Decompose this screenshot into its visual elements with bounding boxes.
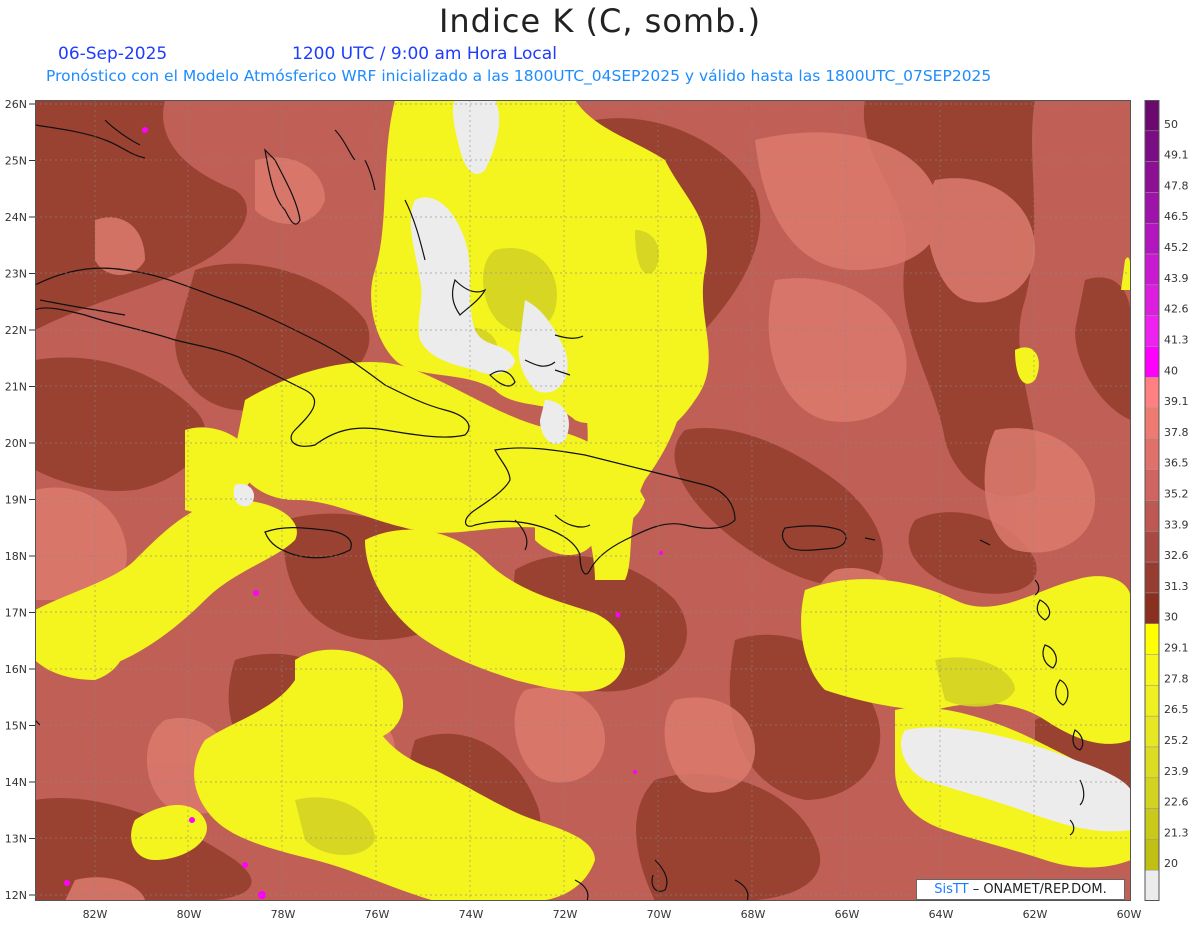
legend-swatch [1144,623,1160,655]
legend-label: 32.6 [1164,549,1189,562]
legend-label: 39.1 [1164,395,1189,408]
credit-box: SisTT – ONAMET/REP.DOM. [916,879,1125,900]
credit-org: – ONAMET/REP.DOM. [968,882,1107,897]
legend-label: 41.3 [1164,333,1189,346]
lat-label-25N: 25N [5,155,27,168]
legend-label: 45.2 [1164,241,1189,254]
legend-label: 22.6 [1164,796,1189,809]
legend-label: 40 [1164,364,1178,377]
legend-swatch [1144,192,1160,224]
legend-swatch [1144,346,1160,378]
legend-swatch [1144,407,1160,440]
legend-label: 42.6 [1164,303,1189,316]
legend-swatch [1144,561,1160,594]
legend-label: 25.2 [1164,734,1189,747]
legend-swatch [1144,100,1160,132]
lat-label-15N: 15N [5,720,27,733]
legend-label: 33.9 [1164,518,1189,531]
legend-label: 20 [1164,857,1178,870]
legend-swatch [1144,377,1160,409]
lon-label-66W: 66W [835,908,860,921]
lon-label-60W: 60W [1117,908,1142,921]
lat-label-24N: 24N [5,211,27,224]
legend-label: 43.9 [1164,272,1189,285]
legend-swatch [1144,253,1160,286]
legend-label: 27.8 [1164,672,1189,685]
legend-swatch [1144,777,1160,809]
legend-swatch [1144,500,1160,532]
longitude-axis: 82W 80W 78W 76W 74W 72W 70W 68W 66W 64W 62W 60W [83,908,1142,921]
lat-label-19N: 19N [5,494,27,507]
legend-swatch [1144,839,1160,871]
lat-label-14N: 14N [5,776,27,789]
legend-swatch [1144,869,1160,901]
map-title: Indice K (C, somb.) [438,2,762,40]
lon-label-72W: 72W [553,908,578,921]
valid-time: 1200 UTC / 9:00 am Hora Local [292,44,557,64]
valid-date: 06-Sep-2025 [58,44,168,64]
lat-label-18N: 18N [5,550,27,563]
legend-label: 46.5 [1164,210,1189,223]
legend-swatch [1144,654,1160,686]
legend-label: 47.8 [1164,179,1189,192]
k-index-map [35,100,1131,901]
lat-label-17N: 17N [5,607,27,620]
legend-label: 36.5 [1164,457,1189,470]
legend-swatch [1144,685,1160,717]
legend-label: 29.1 [1164,642,1189,655]
lat-label-16N: 16N [5,663,27,676]
legend-label: 23.9 [1164,765,1189,778]
lon-label-76W: 76W [365,908,390,921]
lon-label-74W: 74W [459,908,484,921]
legend-label: 35.2 [1164,488,1189,501]
lon-label-68W: 68W [741,908,766,921]
sistt-logo: SisTT [934,882,969,897]
legend-swatch [1144,438,1160,470]
legend-swatch [1144,222,1160,255]
lon-label-70W: 70W [647,908,672,921]
legend-label: 50 [1164,118,1178,131]
legend-label: 26.5 [1164,703,1189,716]
lat-label-26N: 26N [5,98,27,111]
lon-label-82W: 82W [83,908,108,921]
latitude-axis: 26N 25N 24N 23N 22N 21N 20N 19N 18N 17N 16N 15N 14N 1… [5,98,35,902]
legend-swatch [1144,808,1160,840]
forecast-description: Pronóstico con el Modelo Atmósferico WRF… [46,67,992,85]
legend-label: 37.8 [1164,426,1189,439]
lat-label-23N: 23N [5,268,27,281]
legend-swatch [1144,284,1160,316]
legend-label: 31.3 [1164,580,1189,593]
legend-swatch [1144,592,1160,624]
lat-label-22N: 22N [5,324,27,337]
lat-label-12N: 12N [5,889,27,902]
legend-label: 21.3 [1164,826,1189,839]
legend-swatch [1144,746,1160,779]
lon-label-64W: 64W [929,908,954,921]
legend-swatch [1144,315,1160,347]
lat-label-20N: 20N [5,437,27,450]
lat-label-21N: 21N [5,381,27,394]
legend-label: 49.1 [1164,149,1189,162]
legend-swatch [1144,161,1160,193]
legend-swatch [1144,130,1160,162]
legend-swatch [1144,531,1160,563]
lon-label-78W: 78W [271,908,296,921]
legend-swatch [1144,715,1160,748]
legend-swatch [1144,469,1160,501]
lon-label-80W: 80W [177,908,202,921]
legend-label: 30 [1164,611,1178,624]
lon-label-62W: 62W [1023,908,1048,921]
lat-label-13N: 13N [5,833,27,846]
color-legend: 50 49.1 47.8 46.5 45.2 43.9 42.6 41.3 40 39.1 37.8… [1144,100,1189,901]
